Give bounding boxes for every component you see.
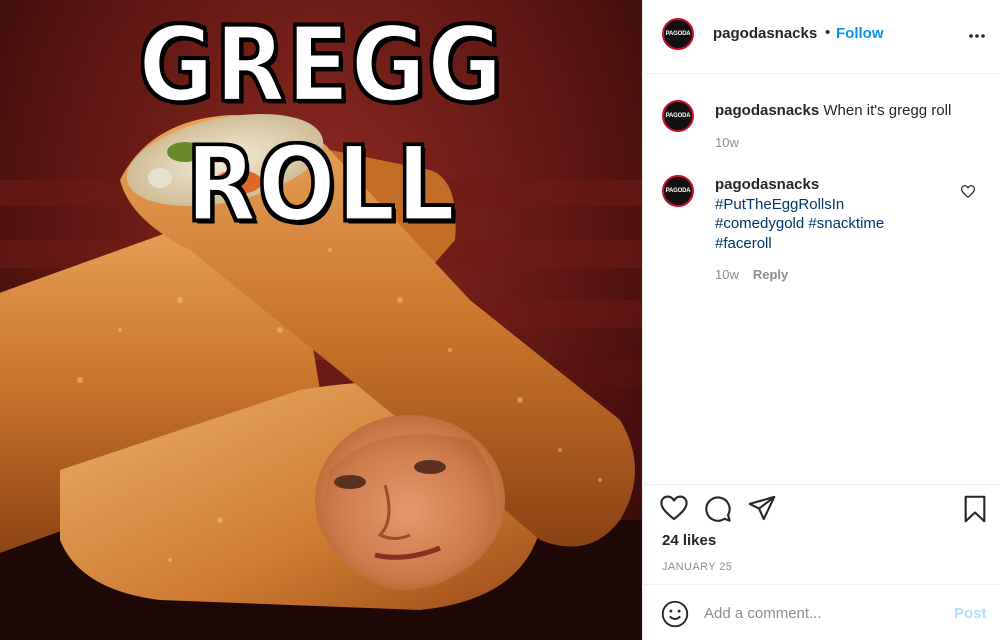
- avatar[interactable]: PAGODA: [662, 18, 694, 50]
- post-date[interactable]: JANUARY 25: [662, 561, 732, 573]
- caption-text: When it's gregg roll: [823, 102, 952, 119]
- header-separator: •: [825, 24, 831, 41]
- caption-username[interactable]: pagodasnacks: [715, 102, 819, 119]
- post-actions: 24 likes JANUARY 25: [643, 484, 1000, 584]
- comment-item: PAGODA pagodasnacks #PutTheEggRollsIn #c…: [643, 175, 1000, 295]
- comment-bubble-icon[interactable]: [704, 495, 732, 528]
- heart-icon[interactable]: [660, 495, 688, 526]
- post-author-username[interactable]: pagodasnacks: [713, 25, 817, 42]
- more-options-icon[interactable]: [969, 24, 985, 49]
- bookmark-icon[interactable]: [962, 495, 988, 528]
- post-comment-button[interactable]: Post: [954, 605, 987, 622]
- hashtag-link[interactable]: #comedygold #snacktime: [715, 214, 955, 234]
- meme-caption-text: GREGG ROLL: [137, 3, 504, 246]
- avatar[interactable]: PAGODA: [662, 100, 694, 132]
- reply-button[interactable]: Reply: [753, 267, 788, 282]
- post-image[interactable]: GREGG ROLL: [0, 0, 642, 640]
- comment-like-heart-icon[interactable]: [960, 185, 976, 203]
- hashtag-link[interactable]: #faceroll: [715, 234, 955, 254]
- comment-meta: 10w Reply: [715, 267, 788, 282]
- hashtag-link[interactable]: #PutTheEggRollsIn: [715, 195, 955, 215]
- caption-timestamp[interactable]: 10w: [715, 135, 739, 150]
- add-comment-bar: Post: [643, 584, 1000, 640]
- comment-body: pagodasnacks #PutTheEggRollsIn #comedygo…: [715, 175, 955, 253]
- avatar[interactable]: PAGODA: [662, 175, 694, 207]
- follow-button[interactable]: Follow: [836, 25, 884, 42]
- likes-count[interactable]: 24 likes: [662, 532, 716, 549]
- post-details-panel: PAGODA pagodasnacks • Follow PAGODA pago…: [642, 0, 1000, 640]
- post-header: PAGODA pagodasnacks • Follow: [643, 0, 1000, 74]
- comment-timestamp[interactable]: 10w: [715, 267, 739, 282]
- emoji-icon[interactable]: [661, 600, 689, 633]
- paper-plane-icon[interactable]: [748, 495, 776, 526]
- caption-time: 10w: [715, 135, 739, 150]
- caption-body: pagodasnacks When it's gregg roll: [715, 101, 955, 121]
- post-caption: PAGODA pagodasnacks When it's gregg roll…: [643, 100, 1000, 160]
- comment-username[interactable]: pagodasnacks: [715, 176, 819, 193]
- comment-input[interactable]: [704, 601, 934, 625]
